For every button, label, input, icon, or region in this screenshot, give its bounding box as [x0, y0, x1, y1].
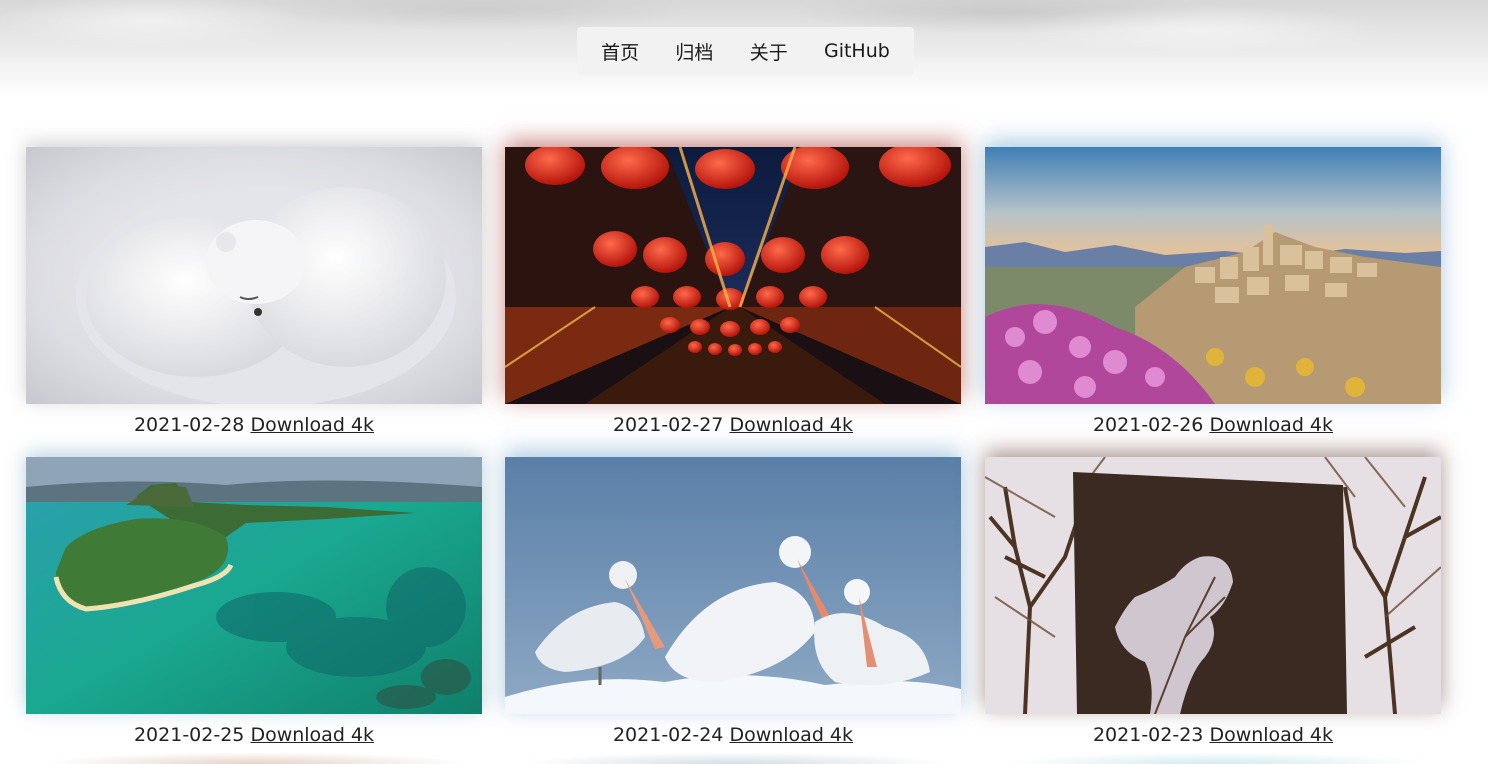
- card-caption: 2021-02-27 Download 4k: [505, 414, 961, 436]
- red-lanterns-image[interactable]: [505, 147, 961, 404]
- card-caption: 2021-02-25 Download 4k: [26, 724, 482, 746]
- polar-bear-cubs-image[interactable]: [26, 147, 482, 404]
- nav-github-link[interactable]: GitHub: [824, 40, 890, 62]
- nav-home-link[interactable]: 首页: [601, 38, 639, 65]
- top-nav: 首页 归档 关于 GitHub: [577, 27, 914, 75]
- download-4k-link[interactable]: Download 4k: [250, 724, 374, 746]
- download-4k-link[interactable]: Download 4k: [729, 414, 853, 436]
- gallery-card: 2021-02-24 Download 4k: [505, 457, 961, 746]
- card-caption: 2021-02-26 Download 4k: [985, 414, 1441, 436]
- download-4k-link[interactable]: Download 4k: [729, 724, 853, 746]
- card-date: 2021-02-28: [133, 414, 245, 436]
- nav-about-link[interactable]: 关于: [750, 38, 788, 65]
- gallery-card: 2021-02-28 Download 4k: [26, 147, 482, 436]
- hilltop-town-image[interactable]: [985, 147, 1441, 404]
- download-4k-link[interactable]: Download 4k: [250, 414, 374, 436]
- island-lagoon-image[interactable]: [26, 457, 482, 714]
- gallery-card: 2021-02-26 Download 4k: [985, 147, 1441, 436]
- gallery-card: 2021-02-25 Download 4k: [26, 457, 482, 746]
- card-date: 2021-02-23: [1092, 724, 1204, 746]
- gallery-card: 2021-02-27 Download 4k: [505, 147, 961, 436]
- silhouette-sculpture-image[interactable]: [985, 457, 1441, 714]
- download-4k-link[interactable]: Download 4k: [1209, 414, 1333, 436]
- card-date: 2021-02-27: [612, 414, 724, 436]
- download-4k-link[interactable]: Download 4k: [1209, 724, 1333, 746]
- card-date: 2021-02-25: [133, 724, 245, 746]
- card-caption: 2021-02-28 Download 4k: [26, 414, 482, 436]
- next-row-shadow: [1000, 752, 1430, 764]
- card-caption: 2021-02-23 Download 4k: [985, 724, 1441, 746]
- pelicans-image[interactable]: [505, 457, 961, 714]
- card-date: 2021-02-26: [1092, 414, 1204, 436]
- next-row-shadow: [520, 752, 950, 764]
- next-row-shadow: [40, 752, 470, 764]
- gallery-card: 2021-02-23 Download 4k: [985, 457, 1441, 746]
- card-caption: 2021-02-24 Download 4k: [505, 724, 961, 746]
- card-date: 2021-02-24: [612, 724, 724, 746]
- nav-archive-link[interactable]: 归档: [675, 38, 713, 65]
